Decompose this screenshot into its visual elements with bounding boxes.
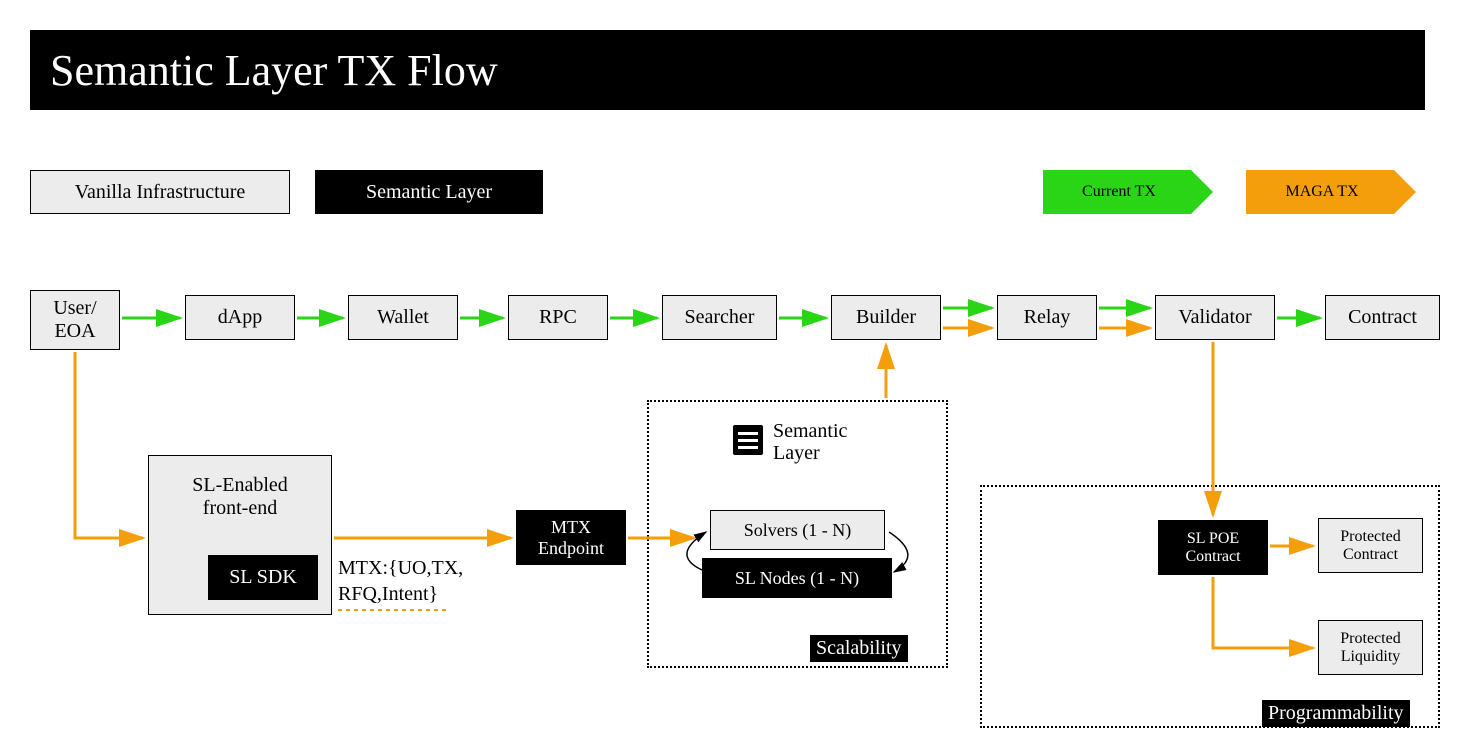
- programmability-tag: Programmability: [1262, 700, 1410, 727]
- legend-current-tx-arrow: Current TX: [1043, 170, 1213, 214]
- semantic-layer-brand: Semantic Layer: [773, 420, 847, 464]
- node-user-eoa: User/ EOA: [30, 290, 120, 350]
- mtx-endpoint-box: MTX Endpoint: [516, 510, 626, 565]
- sl-frontend-title2: front-end: [149, 497, 331, 520]
- sl-sdk-box: SL SDK: [208, 555, 318, 600]
- arrow-user-slfe: [75, 352, 143, 538]
- mtx-underline: [338, 609, 446, 611]
- node-rpc: RPC: [508, 295, 608, 340]
- scalability-tag: Scalability: [810, 635, 908, 662]
- node-validator: Validator: [1155, 295, 1275, 340]
- legend-semantic: Semantic Layer: [315, 170, 543, 214]
- node-contract: Contract: [1325, 295, 1440, 340]
- legend-vanilla: Vanilla Infrastructure: [30, 170, 290, 214]
- legend-current-tx-label: Current TX: [1043, 170, 1191, 214]
- legend-maga-tx-label: MAGA TX: [1246, 170, 1394, 214]
- sl-nodes-box: SL Nodes (1 - N): [702, 558, 892, 598]
- legend-maga-tx-arrow: MAGA TX: [1246, 170, 1416, 214]
- protected-liquidity-box: Protected Liquidity: [1318, 620, 1423, 675]
- node-relay: Relay: [997, 295, 1097, 340]
- mtx-label-line1: MTX:{UO,TX,: [338, 556, 463, 580]
- diagram-stage: Semantic Layer TX Flow Vanilla Infrastru…: [0, 0, 1457, 748]
- page-title: Semantic Layer TX Flow: [30, 30, 1425, 110]
- sl-frontend-title1: SL-Enabled: [149, 474, 331, 497]
- protected-contract-box: Protected Contract: [1318, 518, 1423, 573]
- node-searcher: Searcher: [662, 295, 777, 340]
- semantic-layer-icon: [733, 425, 763, 455]
- node-builder: Builder: [831, 295, 941, 340]
- sl-poe-box: SL POE Contract: [1158, 520, 1268, 575]
- node-wallet: Wallet: [348, 295, 458, 340]
- solvers-box: Solvers (1 - N): [710, 510, 885, 550]
- mtx-label-line2: RFQ,Intent}: [338, 582, 438, 606]
- node-dapp: dApp: [185, 295, 295, 340]
